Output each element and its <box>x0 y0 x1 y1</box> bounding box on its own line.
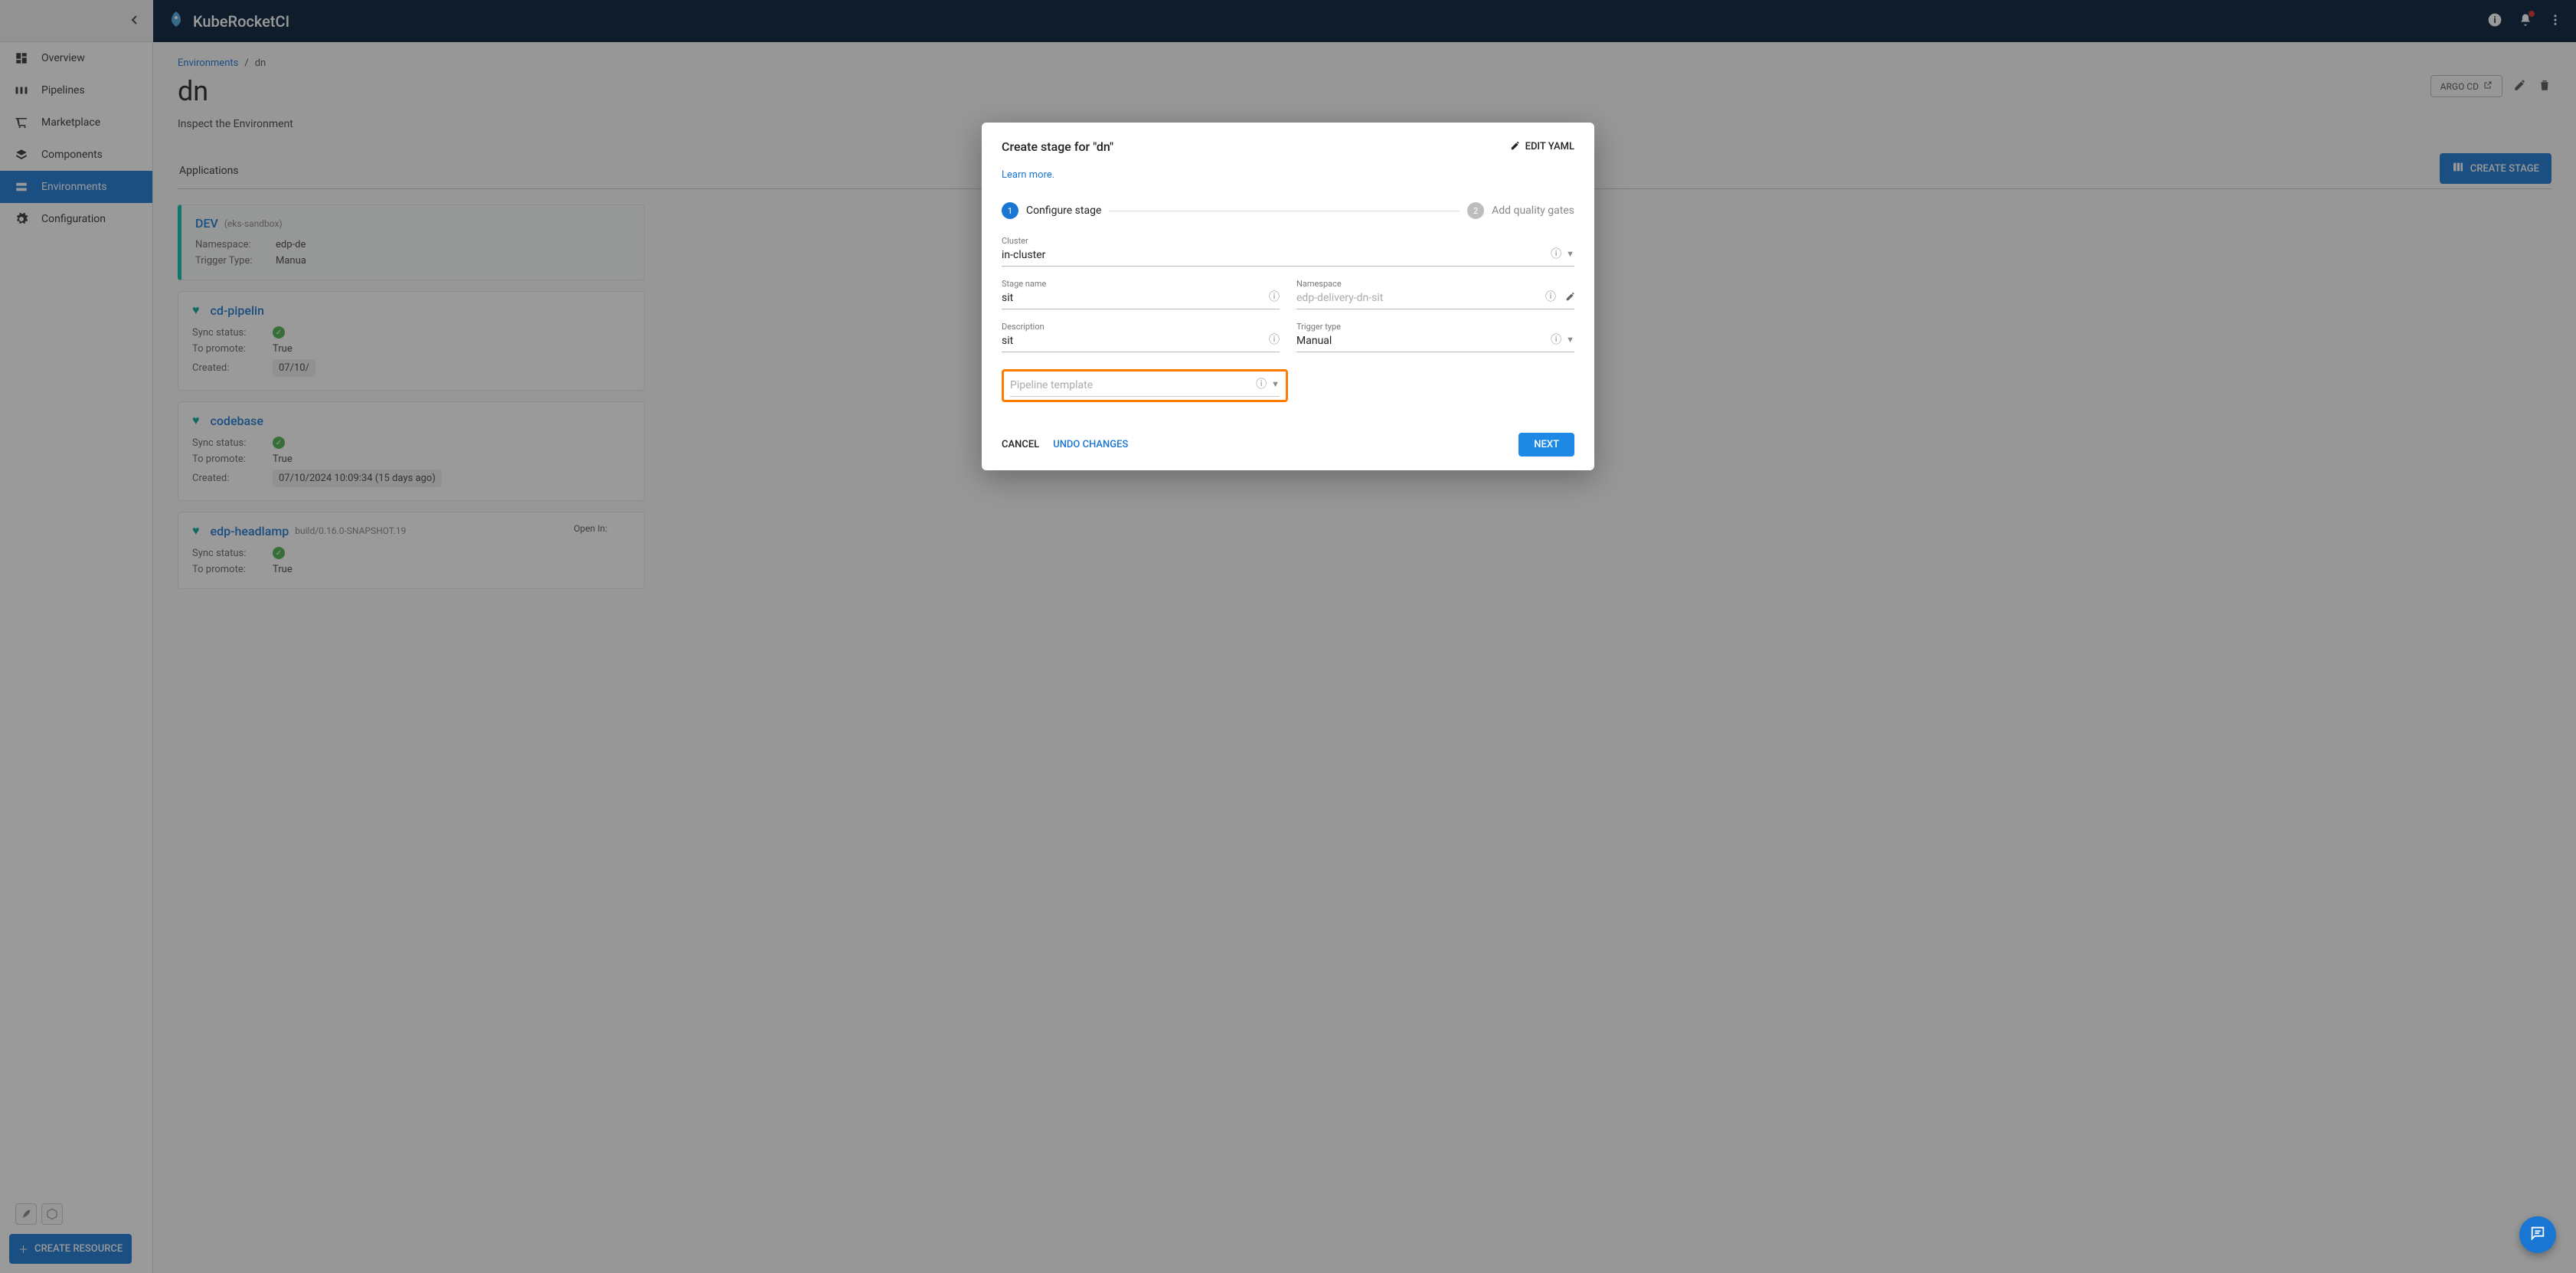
field-placeholder: Pipeline template <box>1010 378 1280 396</box>
cluster-field[interactable]: Cluster in-cluster ⓘ ▼ <box>1002 234 1574 267</box>
chevron-down-icon[interactable]: ▼ <box>1271 379 1280 389</box>
step-number: 1 <box>1002 202 1018 219</box>
learn-more-link[interactable]: Learn more. <box>1002 169 1574 181</box>
stage-name-field[interactable]: Stage name sit ⓘ <box>1002 277 1280 309</box>
stepper: 1 Configure stage 2 Add quality gates <box>1002 202 1574 219</box>
field-value: sit <box>1002 333 1280 352</box>
pencil-icon[interactable] <box>1565 290 1576 305</box>
field-value: in-cluster <box>1002 247 1574 266</box>
namespace-field[interactable]: Namespace edp-delivery-dn-sit ⓘ <box>1296 277 1574 309</box>
chevron-down-icon[interactable]: ▼ <box>1566 335 1574 345</box>
info-icon[interactable]: ⓘ <box>1551 246 1561 261</box>
chevron-down-icon[interactable]: ▼ <box>1566 249 1574 259</box>
step-label: Add quality gates <box>1492 205 1574 217</box>
chat-fab[interactable] <box>2519 1216 2556 1253</box>
step-configure-stage[interactable]: 1 Configure stage <box>1002 202 1101 219</box>
next-button[interactable]: NEXT <box>1518 433 1574 457</box>
step-quality-gates[interactable]: 2 Add quality gates <box>1467 202 1574 219</box>
field-label: Stage name <box>1002 279 1280 289</box>
info-icon[interactable]: ⓘ <box>1269 332 1280 347</box>
info-icon[interactable]: ⓘ <box>1551 332 1561 347</box>
info-icon[interactable]: ⓘ <box>1269 289 1280 304</box>
create-stage-modal: Create stage for "dn" EDIT YAML Learn mo… <box>982 123 1594 470</box>
pipeline-template-field[interactable]: Pipeline template ⓘ ▼ <box>1010 376 1280 397</box>
field-label: Description <box>1002 322 1280 332</box>
chat-icon <box>2529 1225 2546 1245</box>
modal-footer: CANCEL UNDO CHANGES NEXT <box>1002 433 1574 457</box>
form: Cluster in-cluster ⓘ ▼ Stage name sit ⓘ N… <box>1002 234 1574 352</box>
step-label: Configure stage <box>1026 205 1101 217</box>
field-label: Namespace <box>1296 279 1554 289</box>
info-icon[interactable]: ⓘ <box>1256 376 1267 391</box>
cancel-button[interactable]: CANCEL <box>1002 439 1039 450</box>
modal-title: Create stage for "dn" <box>1002 139 1113 154</box>
modal-overlay: Create stage for "dn" EDIT YAML Learn mo… <box>0 0 2576 1273</box>
field-value: sit <box>1002 290 1280 309</box>
field-label: Trigger type <box>1296 322 1574 332</box>
edit-yaml-button[interactable]: EDIT YAML <box>1510 140 1574 154</box>
edit-yaml-label: EDIT YAML <box>1525 141 1574 152</box>
pipeline-template-highlight: Pipeline template ⓘ ▼ <box>1002 369 1288 402</box>
trigger-type-field[interactable]: Trigger type Manual ⓘ ▼ <box>1296 320 1574 352</box>
field-value: Manual <box>1296 333 1574 352</box>
info-icon[interactable]: ⓘ <box>1545 289 1556 304</box>
description-field[interactable]: Description sit ⓘ <box>1002 320 1280 352</box>
step-number: 2 <box>1467 202 1484 219</box>
undo-changes-button[interactable]: UNDO CHANGES <box>1053 439 1128 450</box>
field-value: edp-delivery-dn-sit <box>1296 290 1554 309</box>
pencil-icon <box>1510 140 1521 154</box>
field-label: Cluster <box>1002 236 1574 246</box>
